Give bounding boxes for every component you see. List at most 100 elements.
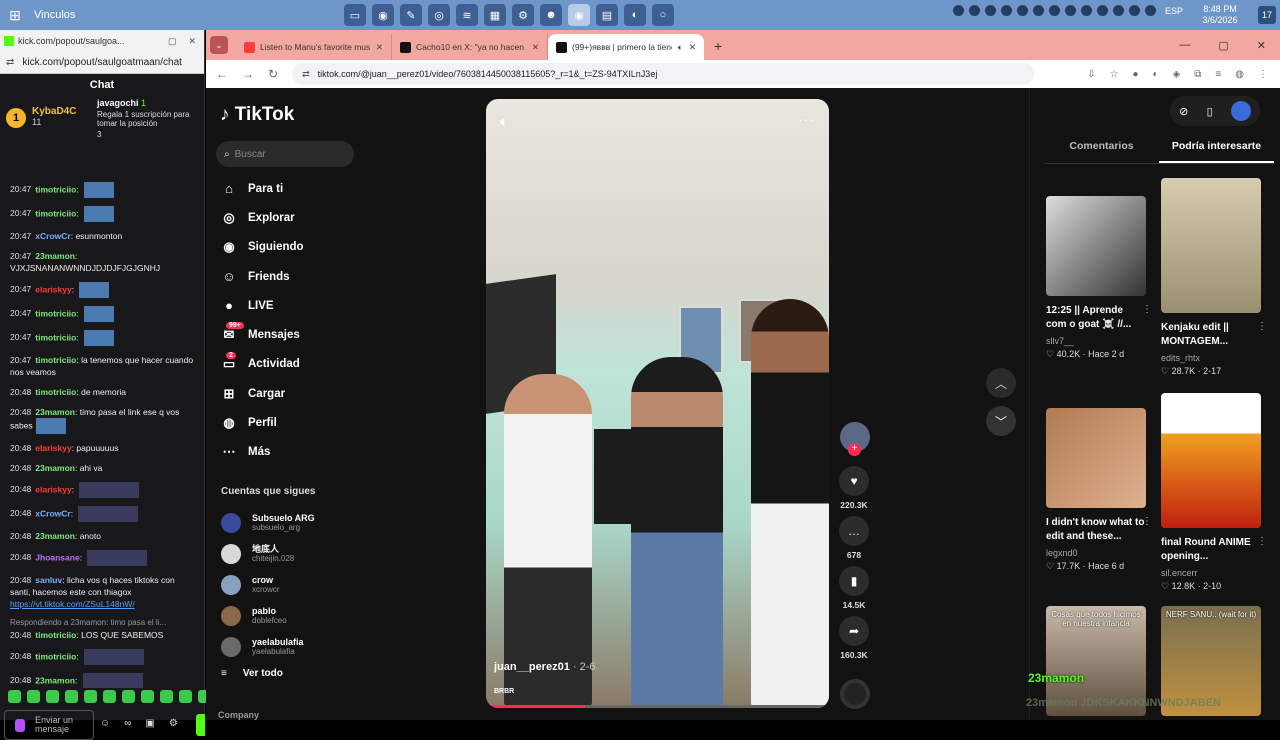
menu-icon[interactable]: ⋮ xyxy=(1258,69,1268,80)
message-user[interactable]: xCrowCr xyxy=(35,508,70,518)
folder-icon[interactable]: ▭ xyxy=(344,4,366,26)
settings-icon[interactable]: ⚙ xyxy=(512,4,534,26)
bookmark-star-icon[interactable]: ☆ xyxy=(1110,69,1119,80)
tray-icon[interactable] xyxy=(1112,5,1124,16)
video-tag[interactable]: BRBR xyxy=(494,688,514,695)
more-options-icon[interactable]: ··· xyxy=(798,111,815,127)
emote-icon[interactable] xyxy=(46,690,59,703)
tray-icon[interactable] xyxy=(1096,5,1108,16)
tray-icon[interactable] xyxy=(984,5,996,16)
site-info-icon[interactable]: ⇄ xyxy=(302,69,310,80)
windows-start-icon[interactable]: ⊞ xyxy=(0,0,30,30)
nav-item-ms[interactable]: ⋯ Más xyxy=(220,438,304,467)
message-user[interactable]: timotriciio xyxy=(35,355,76,365)
install-icon[interactable]: ⇩ xyxy=(1087,69,1095,80)
opera-icon[interactable]: ○ xyxy=(652,4,674,26)
more-options-icon[interactable]: ⋮ xyxy=(1142,304,1152,315)
top-gifter[interactable]: KybaD4C 11 xyxy=(32,106,76,127)
emote-icon[interactable] xyxy=(160,690,173,703)
message-user[interactable]: sanluv xyxy=(35,575,62,585)
paint-icon[interactable]: ✎ xyxy=(400,4,422,26)
wifi-icon[interactable] xyxy=(1128,5,1140,16)
volume-icon[interactable]: 🔈︎ xyxy=(500,113,508,130)
close-window-icon[interactable]: ✕ xyxy=(1257,39,1266,52)
music-disc-icon[interactable] xyxy=(840,679,870,709)
nav-item-cargar[interactable]: ⊞ Cargar xyxy=(220,379,304,408)
extension-icon[interactable]: ◐ xyxy=(1153,69,1159,80)
followed-account[interactable]: Subsuelo ARG subsuelo_arg xyxy=(221,508,315,539)
company-heading[interactable]: Company xyxy=(218,710,259,720)
tab-close-icon[interactable]: ✕ xyxy=(532,42,539,53)
save-button[interactable]: ▮ 14.5K xyxy=(839,566,869,610)
more-options-icon[interactable]: ⋮ xyxy=(1257,321,1267,332)
message-user[interactable]: timotriciio xyxy=(35,184,76,194)
video-author[interactable]: juan__perez01 xyxy=(494,661,570,673)
browser-tab[interactable]: (99+)яввв | primero la tiene 🔈︎ ✕ xyxy=(548,34,704,60)
video-author[interactable]: legxnd0 xyxy=(1046,548,1146,558)
suggested-video[interactable]: ⋮ Kenjaku edit || MONTAGEM... edits_rhtx ♡ … xyxy=(1161,178,1267,377)
message-user[interactable]: elariskyy xyxy=(35,484,71,494)
message-user[interactable]: 23mamon xyxy=(35,675,75,685)
clock[interactable]: 8:48 PM 3/6/2026 xyxy=(1200,4,1240,26)
tab-search-icon[interactable]: ⌄ xyxy=(210,36,228,54)
store-icon[interactable]: ▦ xyxy=(484,4,506,26)
tray-icon[interactable] xyxy=(1080,5,1092,16)
tab-you-may-like[interactable]: Podría interesarte xyxy=(1159,140,1274,163)
user-avatar[interactable] xyxy=(1230,101,1251,121)
emote-icon[interactable] xyxy=(103,690,116,703)
tab-close-icon[interactable]: ✕ xyxy=(376,42,383,53)
video-author[interactable]: edits_rhtx xyxy=(1161,353,1261,363)
video-author[interactable]: sil.encerr xyxy=(1161,568,1261,578)
emote-icon[interactable] xyxy=(8,690,21,703)
nav-item-siguiendo[interactable]: ◉ Siguiendo xyxy=(220,233,303,262)
site-info-icon[interactable]: ⇄ xyxy=(6,57,14,68)
search-input[interactable]: ⌕ Buscar xyxy=(216,141,354,167)
message-link[interactable]: https://vt.tiktok.com/ZSuL148nW/ xyxy=(10,599,135,609)
followed-account[interactable]: crow xcrowcr xyxy=(221,570,315,601)
reload-icon[interactable]: ↻ xyxy=(268,67,278,81)
message-user[interactable]: 23mamon xyxy=(35,407,75,417)
browser-tab[interactable]: Cacho10 en X: "ya no hacen de ✕ xyxy=(392,34,548,60)
send-button[interactable] xyxy=(196,714,205,736)
nav-item-mensajes[interactable]: ✉ 99+ Mensajes xyxy=(220,320,304,349)
suggested-video[interactable]: ⋮ I didn't know what to edit and these...… xyxy=(1046,408,1152,572)
nav-item-live[interactable]: ● LIVE xyxy=(220,291,304,320)
extensions-puzzle-icon[interactable]: ⧉ xyxy=(1194,69,1201,80)
emote-icon[interactable] xyxy=(65,690,78,703)
nav-item-actividad[interactable]: ▭ 2 Actividad xyxy=(220,350,304,379)
tray-icon[interactable] xyxy=(1032,5,1044,16)
popout-url[interactable]: kick.com/popout/saulgoatmaan/chat xyxy=(22,57,182,68)
app-icon[interactable]: ◐ xyxy=(624,4,646,26)
video-progress-bar[interactable] xyxy=(486,705,829,708)
extension-icon[interactable]: ● xyxy=(1132,69,1138,80)
message-user[interactable]: xCrowCr xyxy=(35,231,70,241)
chat-input[interactable]: Enviar un mensaje xyxy=(4,710,94,740)
message-user[interactable]: timotriciio xyxy=(35,630,76,640)
message-user[interactable]: 23mamon xyxy=(35,531,75,541)
discord-icon[interactable]: ☻ xyxy=(540,4,562,26)
video-thumbnail[interactable] xyxy=(1161,393,1261,528)
restore-icon[interactable]: ▢ xyxy=(168,36,177,47)
emote-icon[interactable] xyxy=(27,690,40,703)
emote-icon[interactable] xyxy=(179,690,192,703)
tray-icon[interactable] xyxy=(1016,5,1028,16)
extension-icon[interactable]: ◈ xyxy=(1173,69,1181,80)
tray-icon[interactable] xyxy=(968,5,980,16)
nav-item-parati[interactable]: ⌂ Para ti xyxy=(220,174,304,203)
emote-icon[interactable] xyxy=(122,690,135,703)
video-thumbnail[interactable] xyxy=(1046,408,1146,508)
nav-item-perfil[interactable]: ◍ Perfil xyxy=(220,408,304,437)
like-button[interactable]: ♥ 220.3K xyxy=(839,466,869,510)
tab-comments[interactable]: Comentarios xyxy=(1044,140,1159,163)
tray-icon[interactable] xyxy=(1000,5,1012,16)
message-user[interactable]: timotriciio xyxy=(35,308,76,318)
media-icon[interactable]: ≡ xyxy=(1215,69,1221,80)
browser-tab[interactable]: Listen to Manu's favorite music ✕ xyxy=(236,34,392,60)
message-user[interactable]: timotriciio xyxy=(35,208,76,218)
gift-prompt[interactable]: javagochi 1 Regala 1 suscripción para to… xyxy=(97,98,197,139)
message-user[interactable]: elariskyy xyxy=(35,284,71,294)
maximize-icon[interactable]: ▢ xyxy=(1218,39,1228,52)
compass-icon[interactable]: ⊘ xyxy=(1179,105,1188,118)
message-user[interactable]: 23mamon xyxy=(35,251,75,261)
tray-icon[interactable] xyxy=(1048,5,1060,16)
